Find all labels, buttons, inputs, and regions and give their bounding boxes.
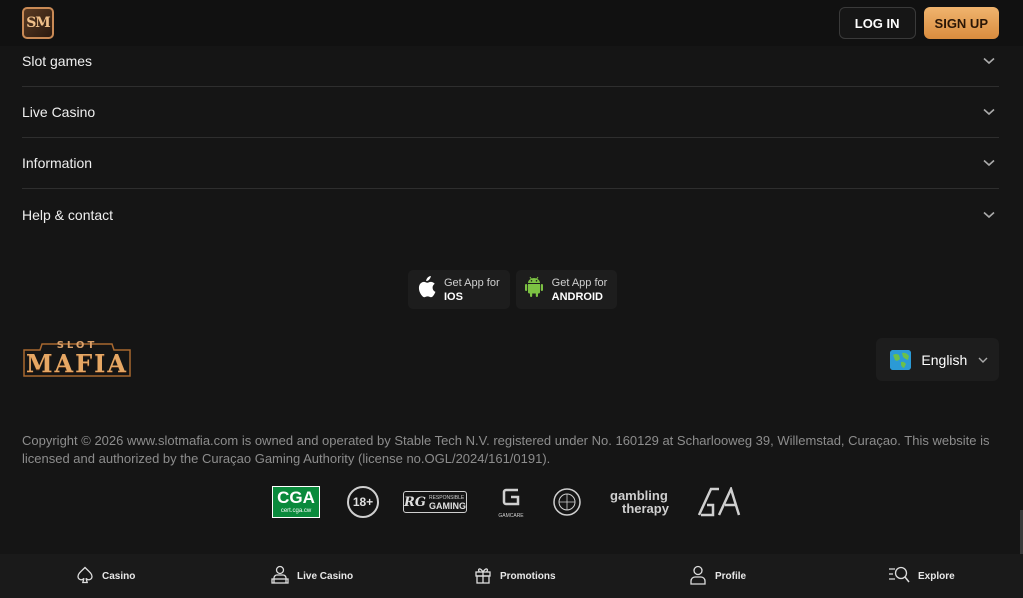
nav-label: Explore [918, 570, 955, 582]
accordion-live-casino[interactable]: Live Casino [22, 87, 999, 138]
accordion-label: Live Casino [22, 104, 96, 120]
rg-text-group: RESPONSIBLE GAMING [428, 494, 466, 511]
cga-badge[interactable]: CGA cert.cga.cw [272, 486, 320, 518]
site-logo-small[interactable]: SM [22, 7, 54, 39]
nav-explore[interactable]: Explore [888, 554, 955, 598]
search-icon [888, 566, 910, 587]
apple-icon [416, 276, 436, 303]
nav-profile[interactable]: Profile [689, 554, 746, 598]
rg-big-text: GAMING [428, 501, 466, 511]
bottom-navigation: Casino Live Casino Promotions Profile Ex… [0, 554, 1023, 598]
cga-badge-text: CGA [277, 488, 315, 507]
age-18-badge: 18+ [347, 486, 379, 518]
chevron-down-icon [983, 55, 995, 67]
age-badge-text: 18+ [352, 495, 374, 509]
android-icon [524, 276, 544, 303]
nav-live-casino[interactable]: Live Casino [271, 554, 353, 598]
footer-accordion: Slot games Live Casino Information Help … [22, 36, 999, 240]
nav-label: Promotions [500, 570, 556, 582]
dealer-icon [271, 565, 289, 588]
gamcare-badge[interactable]: GAMCARE [497, 486, 525, 519]
signup-button[interactable]: SIGN UP [923, 7, 999, 39]
ios-app-platform: IOS [444, 290, 463, 303]
site-logo-large[interactable]: SLOT MAFIA [22, 340, 132, 380]
top-header: SM LOG IN SIGN UP [0, 0, 1023, 46]
globe-flag-icon [890, 349, 912, 370]
gift-icon [474, 566, 492, 587]
nav-casino[interactable]: Casino [76, 554, 135, 598]
android-app-button[interactable]: Get App for ANDROID [515, 270, 618, 309]
gambling-therapy-badge[interactable]: gambling therapy [610, 489, 669, 515]
gamcare-logo-icon [500, 486, 522, 513]
chevron-down-icon [977, 354, 989, 366]
user-icon [689, 565, 707, 588]
logo-text: SM [26, 15, 51, 31]
chevron-down-icon [983, 209, 995, 221]
chevron-down-icon [983, 157, 995, 169]
rg-logo-icon: RG [404, 494, 426, 510]
logo-main-text: MAFIA [25, 349, 129, 378]
therapy-text: therapy [622, 501, 669, 516]
copyright-text: Copyright © 2026 www.slotmafia.com is ow… [22, 433, 990, 466]
header-actions: LOG IN SIGN UP [838, 7, 999, 39]
seal-badge-icon[interactable] [552, 487, 582, 517]
accordion-label: Help & contact [22, 206, 114, 223]
license-badges: CGA cert.cga.cw 18+ RG RESPONSIBLE GAMIN… [272, 486, 741, 519]
nav-label: Live Casino [297, 570, 354, 582]
chevron-down-icon [983, 106, 995, 118]
cga-badge-subtext: cert.cga.cw [280, 508, 312, 514]
spade-icon [76, 566, 94, 587]
app-download-group: Get App for IOS Get App for ANDROID [408, 270, 618, 309]
accordion-label: Information [22, 155, 93, 171]
nav-promotions[interactable]: Promotions [474, 554, 556, 598]
android-app-small-text: Get App for [551, 276, 608, 289]
accordion-help-contact[interactable]: Help & contact [22, 189, 999, 240]
ios-app-small-text: Get App for [444, 276, 500, 289]
language-selector[interactable]: English [876, 338, 999, 381]
nav-label: Profile [715, 570, 747, 582]
accordion-label: Slot games [22, 53, 93, 69]
gamcare-text: GAMCARE [498, 512, 524, 519]
responsible-gaming-badge[interactable]: RG RESPONSIBLE GAMING [403, 491, 467, 513]
language-label: English [921, 351, 968, 368]
login-button[interactable]: LOG IN [838, 7, 916, 39]
ios-app-button[interactable]: Get App for IOS [408, 270, 510, 309]
ga-badge[interactable]: GA [697, 487, 741, 517]
android-app-platform: ANDROID [551, 290, 603, 303]
nav-label: Casino [102, 570, 136, 582]
accordion-information[interactable]: Information [22, 138, 999, 189]
